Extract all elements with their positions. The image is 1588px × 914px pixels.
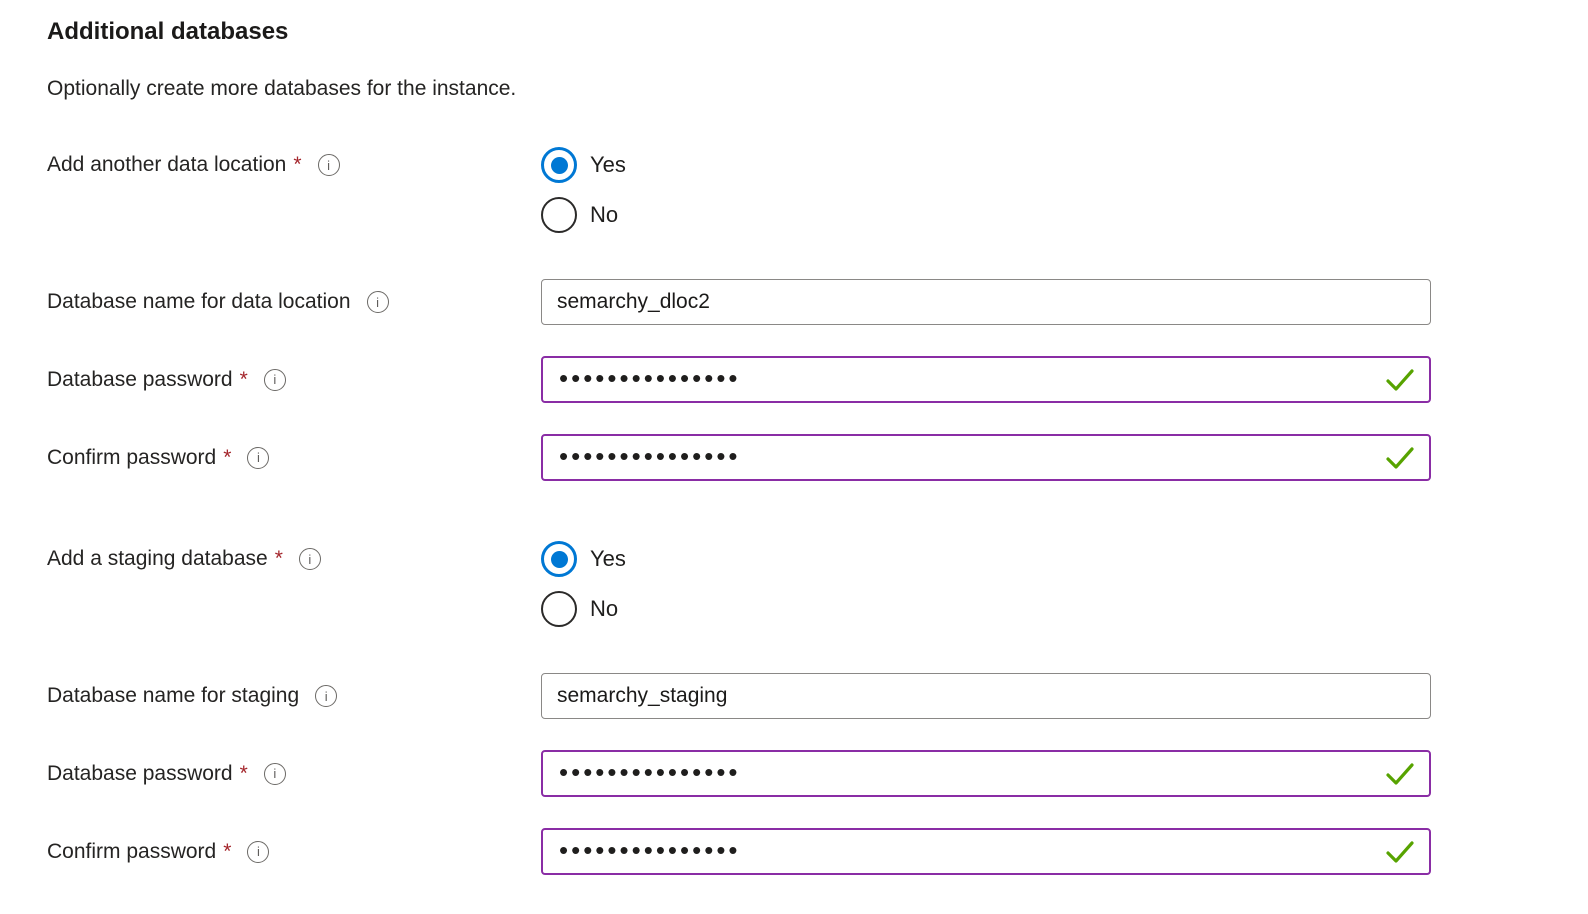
info-icon-glyph: i <box>257 845 260 858</box>
dloc-name-input[interactable] <box>541 279 1431 325</box>
staging-confirm-password-input[interactable]: ••••••••••••••• <box>541 828 1431 875</box>
field-label-group: Add another data location * i <box>47 152 541 178</box>
radio-option-yes[interactable]: Yes <box>541 147 1431 183</box>
field-label-group: Database name for data location i <box>47 289 541 315</box>
form-row-add-staging: Add a staging database * i Yes No <box>47 541 1588 627</box>
required-asterisk: * <box>240 761 248 787</box>
valid-check-icon <box>1385 839 1415 865</box>
info-icon-glyph: i <box>257 451 260 464</box>
form-row-staging-password: Database password * i ••••••••••••••• <box>47 750 1588 797</box>
radio-option-yes[interactable]: Yes <box>541 541 1431 577</box>
info-icon[interactable]: i <box>247 447 269 469</box>
field-label: Confirm password <box>47 445 216 471</box>
radio-option-label: Yes <box>590 152 626 178</box>
radio-group-add-staging: Yes No <box>541 541 1431 627</box>
dloc-confirm-password-input[interactable]: ••••••••••••••• <box>541 434 1431 481</box>
form-row-add-data-location: Add another data location * i Yes No <box>47 147 1588 233</box>
radio-dot <box>551 157 568 174</box>
field-label-group: Confirm password * i <box>47 839 541 865</box>
info-icon-glyph: i <box>325 690 328 703</box>
valid-check-icon <box>1385 367 1415 393</box>
info-icon[interactable]: i <box>299 548 321 570</box>
masked-password-text: ••••••••••••••• <box>559 443 741 469</box>
info-icon[interactable]: i <box>318 154 340 176</box>
field-label: Confirm password <box>47 839 216 865</box>
staging-name-input[interactable] <box>541 673 1431 719</box>
valid-check-icon <box>1385 761 1415 787</box>
form-row-staging-confirm: Confirm password * i ••••••••••••••• <box>47 828 1588 875</box>
required-asterisk: * <box>275 546 283 572</box>
radio-selected-icon <box>541 147 577 183</box>
page-title: Additional databases <box>47 18 1588 46</box>
info-icon[interactable]: i <box>367 291 389 313</box>
staging-password-input[interactable]: ••••••••••••••• <box>541 750 1431 797</box>
form-row-dloc-name: Database name for data location i <box>47 279 1588 325</box>
info-icon-glyph: i <box>308 553 311 566</box>
field-label-group: Database name for staging i <box>47 683 541 709</box>
field-label: Add another data location <box>47 152 286 178</box>
info-icon[interactable]: i <box>315 685 337 707</box>
radio-unselected-icon <box>541 197 577 233</box>
radio-option-label: Yes <box>590 546 626 572</box>
form-panel: Additional databases Optionally create m… <box>0 0 1588 875</box>
radio-option-label: No <box>590 596 618 622</box>
field-label: Database password <box>47 761 233 787</box>
required-asterisk: * <box>240 367 248 393</box>
radio-selected-icon <box>541 541 577 577</box>
field-label-group: Database password * i <box>47 761 541 787</box>
info-icon[interactable]: i <box>247 841 269 863</box>
info-icon-glyph: i <box>273 373 276 386</box>
field-label: Add a staging database <box>47 546 268 572</box>
info-icon-glyph: i <box>327 159 330 172</box>
valid-check-icon <box>1385 445 1415 471</box>
radio-option-no[interactable]: No <box>541 197 1431 233</box>
page: { "header": { "title": "Additional datab… <box>0 0 1588 914</box>
field-label: Database name for staging <box>47 683 299 709</box>
required-asterisk: * <box>223 839 231 865</box>
dloc-password-input[interactable]: ••••••••••••••• <box>541 356 1431 403</box>
page-subtitle: Optionally create more databases for the… <box>47 76 1588 102</box>
additional-databases-form: Add another data location * i Yes No <box>47 147 1588 875</box>
masked-password-text: ••••••••••••••• <box>559 837 741 863</box>
radio-option-no[interactable]: No <box>541 591 1431 627</box>
radio-option-label: No <box>590 202 618 228</box>
required-asterisk: * <box>293 152 301 178</box>
field-label: Database name for data location <box>47 289 351 315</box>
radio-group-add-data-location: Yes No <box>541 147 1431 233</box>
info-icon-glyph: i <box>273 767 276 780</box>
form-row-dloc-confirm: Confirm password * i ••••••••••••••• <box>47 434 1588 481</box>
radio-unselected-icon <box>541 591 577 627</box>
radio-dot <box>551 551 568 568</box>
info-icon[interactable]: i <box>264 763 286 785</box>
info-icon[interactable]: i <box>264 369 286 391</box>
info-icon-glyph: i <box>376 296 379 309</box>
field-label-group: Database password * i <box>47 367 541 393</box>
field-label-group: Confirm password * i <box>47 445 541 471</box>
field-label-group: Add a staging database * i <box>47 546 541 572</box>
masked-password-text: ••••••••••••••• <box>559 365 741 391</box>
field-label: Database password <box>47 367 233 393</box>
required-asterisk: * <box>223 445 231 471</box>
form-row-dloc-password: Database password * i ••••••••••••••• <box>47 356 1588 403</box>
masked-password-text: ••••••••••••••• <box>559 759 741 785</box>
form-row-staging-name: Database name for staging i <box>47 673 1588 719</box>
